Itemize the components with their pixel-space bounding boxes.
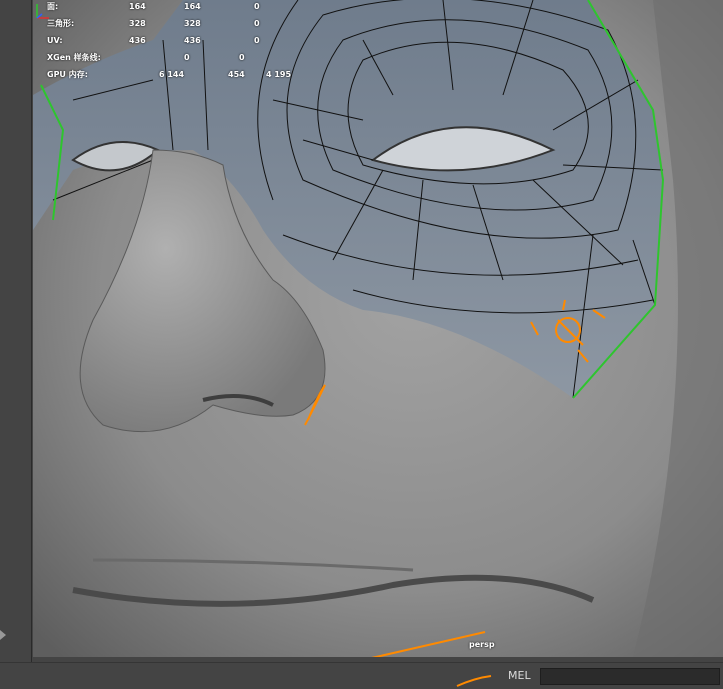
axis-gizmo-icon xyxy=(36,4,49,19)
sculpted-head-render xyxy=(33,0,723,657)
mel-command-input[interactable] xyxy=(540,668,720,685)
left-toolbar xyxy=(0,0,32,662)
annotation-stroke xyxy=(456,675,492,687)
viewport-persp[interactable]: 面: 164 164 0 三角形: 328 328 0 UV: 436 436 … xyxy=(33,0,723,657)
hud-row-xgen: XGen 样条线: 0 0 xyxy=(47,53,245,62)
camera-label: persp xyxy=(469,640,495,649)
hud-row-uv: UV: 436 436 0 xyxy=(47,36,260,45)
expand-arrow-icon[interactable] xyxy=(0,630,6,640)
heads-up-display: 面: 164 164 0 三角形: 328 328 0 UV: 436 436 … xyxy=(47,0,307,83)
mel-mode-button[interactable]: MEL xyxy=(508,669,531,682)
hud-row-triangles: 三角形: 328 328 0 xyxy=(47,19,260,28)
hud-row-faces: 面: 164 164 0 xyxy=(47,2,260,11)
hud-row-gpu-memory: GPU 内存: 6 144 454 4 195 xyxy=(47,70,292,79)
